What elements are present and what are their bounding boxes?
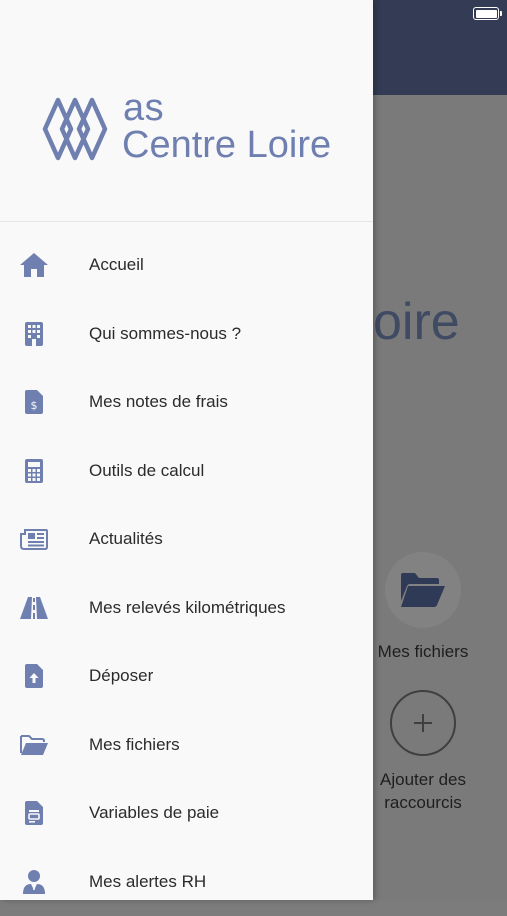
menu-item-mes-fichiers[interactable]: Mes fichiers [0,711,373,780]
menu-item-actualites[interactable]: Actualités [0,505,373,574]
menu-item-qui-sommes-nous[interactable]: Qui sommes-nous ? [0,300,373,369]
status-bar [0,0,507,28]
menu-item-label: Qui sommes-nous ? [89,324,241,344]
menu-item-releves-kilometriques[interactable]: Mes relevés kilométriques [0,574,373,643]
shortcut-label: Mes fichiers [378,640,469,663]
user-tie-icon [18,866,50,898]
file-upload-icon [18,660,50,692]
building-icon [18,318,50,350]
shortcut-label: Ajouter des raccourcis [368,768,478,814]
menu-item-alertes-rh[interactable]: Mes alertes RH [0,848,373,916]
menu-item-label: Actualités [89,529,163,549]
menu-item-label: Déposer [89,666,153,686]
battery-icon [473,7,499,20]
svg-text:$: $ [31,399,38,412]
newspaper-icon [18,523,50,555]
drawer-header: as Centre Loire [0,0,373,222]
logo-text-name: Centre Loire [122,124,331,167]
calculator-icon [18,455,50,487]
navigation-drawer: as Centre Loire Accueil [0,0,373,900]
menu-item-label: Mes relevés kilométriques [89,598,286,618]
folder-open-icon [18,729,50,761]
menu-item-outils-de-calcul[interactable]: Outils de calcul [0,437,373,506]
road-icon [18,592,50,624]
home-icon [18,249,50,281]
plus-icon [390,690,456,756]
menu-item-label: Variables de paie [89,803,219,823]
menu-item-deposer[interactable]: Déposer [0,642,373,711]
menu-item-accueil[interactable]: Accueil [0,231,373,300]
shortcut-mes-fichiers[interactable]: Mes fichiers [375,552,471,663]
logo-mark-icon [40,96,110,167]
menu-item-label: Accueil [89,255,144,275]
add-shortcut-button[interactable]: Ajouter des raccourcis [363,690,483,814]
menu-item-label: Mes fichiers [89,735,180,755]
menu-item-notes-de-frais[interactable]: $ Mes notes de frais [0,368,373,437]
file-lines-icon [18,797,50,829]
drawer-menu: Accueil Qui sommes-nous ? [0,231,373,916]
menu-item-label: Mes notes de frais [89,392,228,412]
menu-item-variables-de-paie[interactable]: Variables de paie [0,779,373,848]
menu-item-label: Mes alertes RH [89,872,206,892]
receipt-dollar-icon: $ [18,386,50,418]
menu-item-label: Outils de calcul [89,461,204,481]
background-logo-text: oire [373,292,460,352]
folder-open-icon [385,552,461,628]
